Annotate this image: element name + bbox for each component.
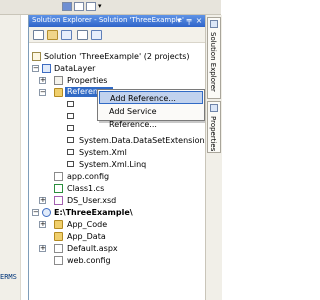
references-folder-icon — [54, 88, 63, 97]
assembly-reference-icon — [67, 101, 74, 107]
window-position-icon[interactable]: ▾ — [175, 17, 183, 25]
view-code-icon[interactable] — [77, 30, 88, 40]
file-label: Class1.cs — [67, 184, 105, 193]
assembly-reference-icon — [67, 161, 74, 167]
properties-label: Properties — [67, 76, 108, 85]
tree-item-reference-hidden-1[interactable] — [29, 99, 74, 110]
collapse-toggle-icon[interactable]: − — [32, 209, 39, 216]
csharp-project-icon — [42, 64, 51, 73]
folder-label: App_Code — [67, 220, 108, 229]
properties-tab-icon — [210, 104, 218, 112]
assembly-reference-icon — [67, 113, 74, 119]
csharp-file-icon — [54, 184, 63, 193]
expand-toggle-icon[interactable]: + — [39, 245, 46, 252]
code-text: ERMS — [0, 273, 17, 281]
tree-item-app-code[interactable]: + App_Code — [29, 219, 205, 230]
tree-item-reference-hidden-3[interactable] — [29, 123, 74, 134]
menu-item-add-service-reference[interactable]: Add Service Reference... — [99, 105, 203, 129]
folder-icon — [54, 232, 63, 241]
file-label: Default.aspx — [67, 244, 118, 253]
view-designer-icon[interactable] — [91, 30, 102, 40]
tree-item-system-xml-linq[interactable]: System.Xml.Linq — [29, 159, 205, 170]
website-project-icon — [42, 208, 51, 217]
tab-label: Properties — [209, 116, 217, 152]
right-dock-tabs: Solution Explorer Properties — [205, 15, 222, 300]
tab-solution-explorer[interactable]: Solution Explorer — [207, 17, 221, 99]
tree-item-datalayer[interactable]: − DataLayer — [29, 63, 205, 74]
tree-item-ds-user[interactable]: + DS_User.xsd — [29, 195, 205, 206]
tree-item-system-data-datasetextensions[interactable]: System.Data.DataSetExtensions — [29, 135, 209, 146]
panel-title: Solution Explorer - Solution 'ThreeExamp… — [32, 16, 184, 24]
solution-label: Solution 'ThreeExample' (2 projects) — [44, 52, 190, 61]
project-label: E:\ThreeExample\ — [54, 208, 133, 217]
close-icon[interactable]: × — [195, 17, 203, 25]
properties-icon[interactable] — [33, 30, 44, 40]
file-label: DS_User.xsd — [67, 196, 117, 205]
file-label: web.config — [67, 256, 111, 265]
tab-properties[interactable]: Properties — [207, 101, 221, 153]
dataset-file-icon — [54, 196, 63, 205]
config-file-icon — [54, 256, 63, 265]
reference-label: System.Xml.Linq — [79, 160, 147, 169]
auto-hide-pin-icon[interactable]: ╤ — [185, 17, 193, 25]
folder-label: App_Data — [67, 232, 106, 241]
references-context-menu: Add Reference... Add Service Reference..… — [97, 89, 205, 129]
solution-explorer-panel: Solution Explorer - Solution 'ThreeExamp… — [28, 15, 209, 300]
tree-item-default-aspx[interactable]: + Default.aspx — [29, 243, 205, 254]
menu-item-add-reference[interactable]: Add Reference... — [99, 91, 203, 104]
tree-item-app-config[interactable]: app.config — [29, 171, 205, 182]
toolbar-dropdown-icon[interactable]: ▾ — [98, 3, 102, 10]
tree-item-app-data[interactable]: App_Data — [29, 231, 205, 242]
editor-margin — [0, 15, 21, 300]
collapse-toggle-icon[interactable]: − — [32, 65, 39, 72]
tree-item-properties[interactable]: + Properties — [29, 75, 205, 86]
toolbar-icon-c[interactable] — [86, 2, 96, 11]
expand-toggle-icon[interactable]: + — [39, 221, 46, 228]
tab-label: Solution Explorer — [209, 32, 217, 92]
expand-toggle-icon[interactable]: + — [39, 197, 46, 204]
collapse-toggle-icon[interactable]: − — [39, 89, 46, 96]
file-label: app.config — [67, 172, 110, 181]
tree-item-system-xml[interactable]: System.Xml — [29, 147, 205, 158]
tree-item-reference-hidden-2[interactable] — [29, 111, 74, 122]
expand-toggle-icon[interactable]: + — [39, 77, 46, 84]
tree-item-solution[interactable]: Solution 'ThreeExample' (2 projects) — [29, 51, 205, 62]
project-label: DataLayer — [54, 64, 96, 73]
ide-toolbar: ▾ — [0, 0, 221, 15]
solution-icon — [32, 52, 41, 61]
reference-label: System.Data.DataSetExtensions — [79, 136, 209, 145]
tree-item-web-config[interactable]: web.config — [29, 255, 205, 266]
show-all-files-icon[interactable] — [47, 30, 58, 40]
properties-folder-icon — [54, 76, 63, 85]
toolbar-icon-b[interactable] — [74, 2, 84, 11]
solution-explorer-icon — [210, 20, 218, 28]
tree-item-website[interactable]: − E:\ThreeExample\ — [29, 207, 205, 218]
assembly-reference-icon — [67, 125, 74, 131]
editor-pane: ERMS — [0, 15, 28, 300]
panel-title-bar: Solution Explorer - Solution 'ThreeExamp… — [29, 15, 205, 27]
aspx-file-icon — [54, 244, 63, 253]
reference-label: System.Xml — [79, 148, 127, 157]
toolbar-icon-a[interactable] — [62, 2, 72, 11]
explorer-toolbar — [29, 27, 205, 43]
assembly-reference-icon — [67, 137, 74, 143]
tree-item-class1[interactable]: Class1.cs — [29, 183, 205, 194]
assembly-reference-icon — [67, 149, 74, 155]
config-file-icon — [54, 172, 63, 181]
refresh-icon[interactable] — [61, 30, 72, 40]
folder-icon — [54, 220, 63, 229]
